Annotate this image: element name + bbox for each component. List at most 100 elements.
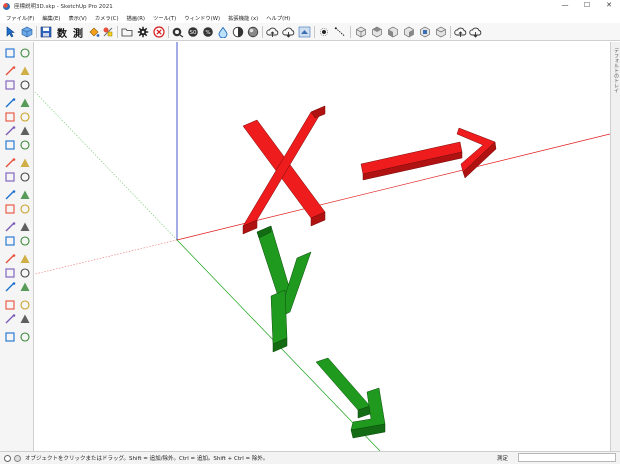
move-tool-icon[interactable] (18, 170, 31, 183)
axes-tool-icon[interactable] (3, 234, 16, 247)
paint-icon[interactable] (87, 25, 101, 39)
component-icon[interactable] (20, 25, 34, 39)
menu-camera[interactable]: カメラ(C) (91, 14, 123, 22)
shade-icon[interactable] (231, 25, 245, 39)
arc-tool-icon[interactable] (3, 124, 16, 137)
position-camera-tool-icon[interactable] (3, 312, 16, 325)
line-icon[interactable] (333, 25, 347, 39)
menu-view[interactable]: 表示(V) (64, 14, 90, 22)
tool-palette (0, 42, 34, 451)
dot-icon[interactable] (317, 25, 331, 39)
tape-measure-tool-icon[interactable] (3, 202, 16, 215)
menu-bar: ファイル(F) 編集(E) 表示(V) カメラ(C) 描画(R) ツール(T) … (0, 12, 620, 23)
view-front-icon[interactable] (386, 25, 400, 39)
svg-text:%: % (205, 30, 210, 36)
drawing-viewport[interactable] (35, 42, 610, 451)
dimension-tool-icon[interactable] (18, 202, 31, 215)
y-axis-negative-line (35, 91, 178, 241)
rotated-rect-tool-icon[interactable] (18, 96, 31, 109)
smoove-tool-icon[interactable] (18, 330, 31, 343)
menu-edit[interactable]: 編集(E) (38, 14, 64, 22)
layers-icon[interactable] (297, 25, 311, 39)
scale-icon[interactable]: % (201, 25, 215, 39)
text-tool-icon[interactable] (18, 220, 31, 233)
paint-tool-icon[interactable] (3, 64, 16, 77)
view-iso-icon[interactable] (354, 25, 368, 39)
orbit-tool-icon[interactable] (3, 252, 16, 265)
stamp-icon[interactable] (171, 25, 185, 39)
menu-draw[interactable]: 描画(R) (123, 14, 149, 22)
minimize-button[interactable]: — (554, 0, 576, 12)
green-y-arrow[interactable] (315, 357, 386, 439)
main-toolbar: 数 測 S0 % (0, 23, 620, 41)
folder-icon[interactable] (120, 25, 134, 39)
circle-tool-icon[interactable] (3, 110, 16, 123)
cloud-upload-icon[interactable] (265, 25, 279, 39)
arc-3pt-tool-icon[interactable] (18, 138, 31, 151)
rectangle-tool-icon[interactable] (3, 96, 16, 109)
styles-icon[interactable] (246, 25, 260, 39)
red-x-letter[interactable] (242, 105, 326, 235)
green-y-letter[interactable] (256, 225, 312, 353)
walk-tool-icon[interactable] (3, 298, 16, 311)
settings-icon[interactable] (136, 25, 150, 39)
select-tool-icon[interactable] (3, 46, 16, 59)
polygon-tool-icon[interactable] (18, 110, 31, 123)
water-icon[interactable] (216, 25, 230, 39)
tray-label: デフォルトのトレイ (613, 48, 619, 93)
close-button[interactable]: ✕ (598, 0, 620, 12)
freehand-tool-icon[interactable] (18, 78, 31, 91)
eraser-tool-icon[interactable] (18, 64, 31, 77)
3d-text-tool-icon[interactable] (18, 234, 31, 247)
pie-tool-icon[interactable] (3, 138, 16, 151)
view-left-icon[interactable] (434, 25, 448, 39)
default-tray[interactable]: デフォルトのトレイ (610, 42, 620, 451)
error-icon[interactable] (152, 25, 166, 39)
menu-help[interactable]: ヘルプ(H) (262, 14, 294, 22)
measurements-input[interactable] (518, 453, 616, 462)
sandbox-tool-icon[interactable] (3, 330, 16, 343)
zoom-tool-icon[interactable] (3, 266, 16, 279)
cloud-download-icon[interactable] (281, 25, 295, 39)
toolbar-separator (450, 26, 451, 38)
line-tool-icon[interactable] (3, 78, 16, 91)
menu-window[interactable]: ウィンドウ(W) (180, 14, 224, 22)
zoom-extents-tool-icon[interactable] (3, 280, 16, 293)
look-around-tool-icon[interactable] (18, 298, 31, 311)
svg-text:S0: S0 (190, 30, 197, 36)
maximize-button[interactable]: ☐ (576, 0, 598, 12)
offset-tool-icon[interactable] (3, 170, 16, 183)
dimension-button[interactable]: 数 (55, 25, 69, 40)
credits-icon[interactable] (14, 454, 21, 462)
component-tool-icon[interactable] (18, 46, 31, 59)
title-bar: 座標説明3D.skp - SketchUp Pro 2021 — ☐ ✕ (0, 0, 620, 12)
red-x-arrow[interactable] (360, 127, 497, 181)
save-icon[interactable] (39, 25, 53, 39)
view-right-icon[interactable] (402, 25, 416, 39)
zoom-window-tool-icon[interactable] (18, 266, 31, 279)
arc-2pt-tool-icon[interactable] (18, 124, 31, 137)
menu-tools[interactable]: ツール(T) (149, 14, 180, 22)
menu-file[interactable]: ファイル(F) (2, 14, 38, 22)
protractor-tool-icon[interactable] (3, 220, 16, 233)
pan-tool-icon[interactable] (18, 252, 31, 265)
tape-icon[interactable] (101, 25, 115, 39)
previous-tool-icon[interactable] (18, 280, 31, 293)
rotate-tool-icon[interactable] (3, 188, 16, 201)
select-icon[interactable] (4, 25, 18, 39)
scale-tool-icon[interactable] (18, 188, 31, 201)
view-back-icon[interactable] (418, 25, 432, 39)
view-top-icon[interactable] (370, 25, 384, 39)
geo-location-icon[interactable] (4, 454, 11, 462)
measure-button[interactable]: 測 (71, 25, 85, 40)
follow-me-tool-icon[interactable] (18, 156, 31, 169)
sandbox-icon[interactable]: S0 (186, 25, 200, 39)
toolbar-separator (314, 26, 315, 38)
sketchup-logo-icon (3, 2, 10, 10)
cloud-sync-icon[interactable] (468, 25, 482, 39)
push-pull-tool-icon[interactable] (3, 156, 16, 169)
cloud-share-icon[interactable] (453, 25, 467, 39)
x-axis-negative-line (35, 239, 178, 275)
section-tool-icon[interactable] (18, 312, 31, 325)
menu-extensions[interactable]: 拡張機能 (x) (224, 14, 262, 22)
